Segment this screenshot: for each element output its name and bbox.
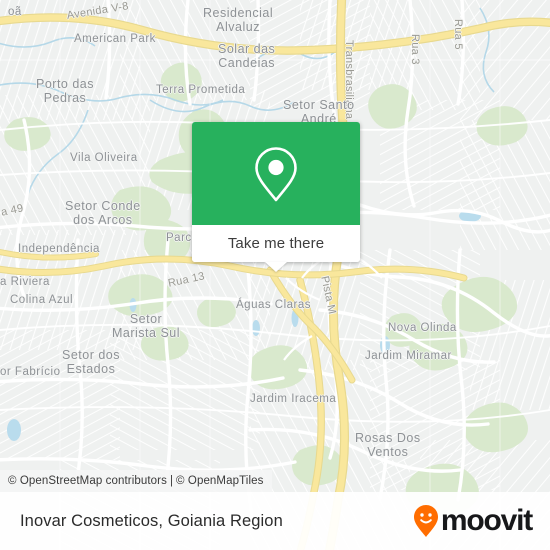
map-canvas[interactable]: oã Avenida V-8 Residencial Alvaluz American… bbox=[0, 0, 550, 550]
take-me-there-button[interactable]: Take me there bbox=[192, 225, 360, 262]
location-title: Inovar Cosmeticos, Goiania Region bbox=[20, 511, 283, 530]
osm-attribution-link[interactable]: © OpenStreetMap contributors bbox=[8, 475, 167, 487]
map-tiles bbox=[0, 0, 550, 550]
moovit-pin-smiley-icon bbox=[413, 505, 438, 537]
moovit-map-screenshot: oã Avenida V-8 Residencial Alvaluz American… bbox=[0, 0, 550, 550]
moovit-logo[interactable]: moovit bbox=[413, 504, 533, 538]
footer-bar: Inovar Cosmeticos, Goiania Region moovit bbox=[0, 492, 550, 550]
openmaptiles-attribution-link[interactable]: © OpenMapTiles bbox=[176, 475, 263, 487]
popup-image-area bbox=[192, 122, 360, 225]
location-popup[interactable]: Take me there bbox=[192, 122, 360, 272]
map-attribution-bar: © OpenStreetMap contributors | © OpenMap… bbox=[0, 470, 273, 492]
map-pin-icon bbox=[255, 146, 297, 201]
moovit-wordmark: moovit bbox=[440, 504, 533, 537]
attribution-separator: | bbox=[169, 475, 174, 487]
popup-pointer bbox=[265, 262, 287, 272]
